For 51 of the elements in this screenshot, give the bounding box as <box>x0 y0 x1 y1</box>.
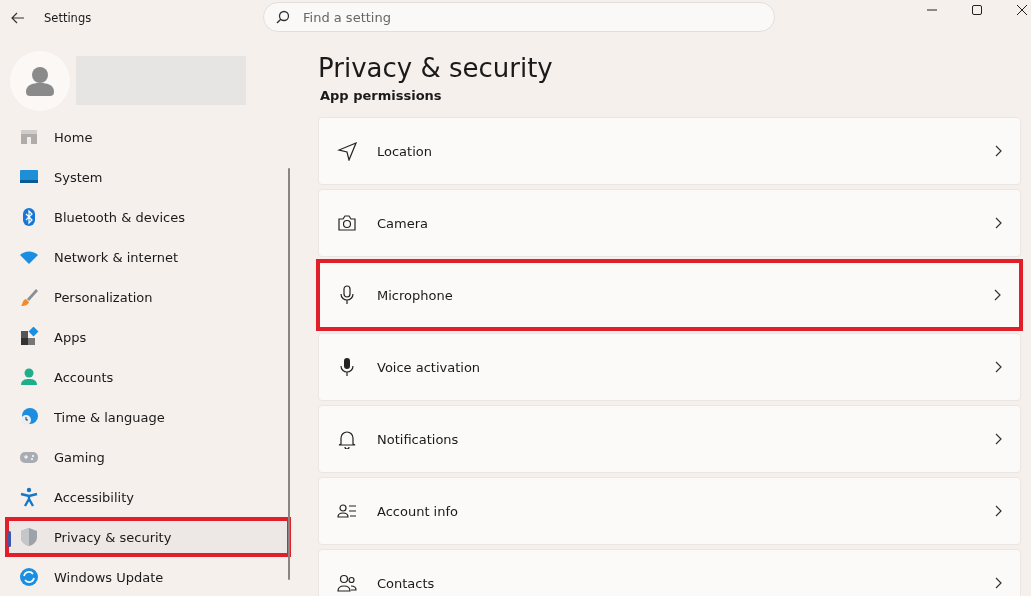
chevron-right-icon <box>993 289 1001 301</box>
apps-icon <box>19 327 39 347</box>
chevron-right-icon <box>994 361 1002 373</box>
sidebar-item[interactable]: Gaming <box>5 437 291 477</box>
chevron-right-icon <box>994 217 1002 229</box>
maximize-icon[interactable] <box>971 4 983 16</box>
search-field[interactable]: Find a setting <box>263 2 775 32</box>
bell-icon <box>337 429 357 449</box>
settings-row[interactable]: Location <box>318 117 1021 185</box>
camera-icon <box>337 213 357 233</box>
person-icon <box>19 367 39 387</box>
sidebar-item[interactable]: Network & internet <box>5 237 291 277</box>
microphone-icon <box>337 357 357 377</box>
window-title: Settings <box>44 11 92 25</box>
sidebar-item[interactable]: Windows Update <box>5 557 291 596</box>
globe-clock-icon <box>19 407 39 427</box>
microphone-icon <box>337 285 357 305</box>
sidebar-item[interactable]: Home <box>5 117 291 157</box>
navigation-arrow-icon <box>337 141 357 161</box>
settings-row[interactable]: Voice activation <box>318 333 1021 401</box>
chevron-right-icon <box>994 433 1002 445</box>
section-heading: App permissions <box>319 87 443 105</box>
sidebar-item[interactable]: Apps <box>5 317 291 357</box>
people-icon <box>337 573 357 593</box>
settings-row[interactable]: Account info <box>318 477 1021 545</box>
sidebar-item[interactable]: Accessibility <box>5 477 291 517</box>
scrollbar-thumb[interactable] <box>288 168 290 580</box>
page-title: Privacy & security <box>318 52 554 85</box>
sidebar-item[interactable]: Accounts <box>5 357 291 397</box>
accessibility-icon <box>19 487 39 507</box>
settings-row[interactable]: Microphone <box>316 259 1023 331</box>
close-icon[interactable] <box>1016 4 1028 16</box>
avatar-icon <box>10 50 70 111</box>
sidebar-item[interactable]: Personalization <box>5 277 291 317</box>
sync-icon <box>19 567 39 587</box>
contact-card-icon <box>337 501 357 521</box>
chevron-right-icon <box>994 145 1002 157</box>
sidebar-item[interactable]: Bluetooth & devices <box>5 197 291 237</box>
sidebar-item[interactable]: Privacy & security <box>5 517 291 557</box>
sidebar-item[interactable]: Time & language <box>5 397 291 437</box>
home-icon <box>19 127 39 147</box>
shield-icon <box>19 527 39 547</box>
chevron-right-icon <box>994 577 1002 589</box>
selection-indicator <box>8 531 11 547</box>
settings-row[interactable]: Contacts <box>318 549 1021 596</box>
settings-row[interactable]: Camera <box>318 189 1021 257</box>
back-arrow-icon[interactable] <box>11 12 25 24</box>
settings-row[interactable]: Notifications <box>318 405 1021 473</box>
paintbrush-icon <box>19 287 39 307</box>
chevron-right-icon <box>994 505 1002 517</box>
sidebar-item[interactable]: System <box>5 157 291 197</box>
